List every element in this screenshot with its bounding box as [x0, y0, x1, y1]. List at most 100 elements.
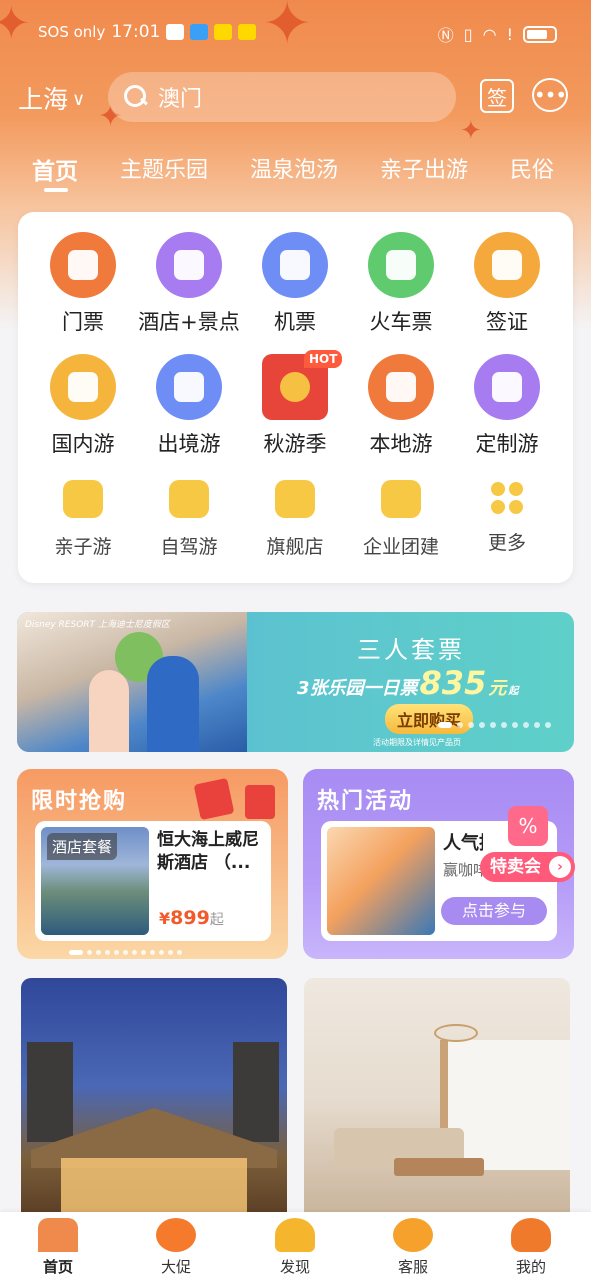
participate-button[interactable]: 点击参与 [441, 897, 547, 925]
status-bar: SOS only 17:01 Ⓝ ▯ ◠ ! [0, 18, 591, 50]
telegram-icon [166, 24, 185, 40]
hot-activity-title: 热门活动 [317, 789, 414, 814]
grid-item-outbound[interactable]: 出境游 [136, 354, 242, 458]
banner-unit: 元 [488, 678, 507, 699]
grid-label: 机票 [274, 310, 316, 334]
grid-label: 亲子游 [54, 536, 112, 558]
grid-item-tickets[interactable]: 门票 [30, 232, 136, 336]
city-selector[interactable]: 上海 ∨ [18, 80, 85, 116]
feed-card-hotel-room[interactable] [304, 978, 570, 1218]
grid-item-visa[interactable]: 签证 [454, 232, 560, 336]
bottom-navigation: 首页 大促 发现 客服 我的 [0, 1212, 591, 1280]
chandelier-icon [434, 1024, 478, 1042]
nav-profile[interactable]: 我的 [491, 1218, 571, 1277]
grid-item-self-drive[interactable]: 自驾游 [136, 480, 242, 559]
grid-label: 定制游 [475, 432, 539, 456]
chevron-down-icon: ∨ [72, 88, 86, 110]
activity-title: 人气抓 [443, 833, 483, 854]
grid-item-flights[interactable]: 机票 [242, 232, 348, 336]
flash-sale-card[interactable]: 限时抢购 酒店套餐 恒大海上威尼斯酒店 （... ¥899起 [17, 769, 288, 959]
tab-theme-park[interactable]: 主题乐园 [120, 152, 208, 186]
grid-label: 签证 [486, 310, 528, 334]
nav-label: 我的 [515, 1258, 546, 1276]
hotel-photo: 酒店套餐 [41, 827, 149, 935]
grid-item-autumn-trip[interactable]: HOT 秋游季 [242, 350, 348, 458]
pagination-dot [168, 950, 173, 955]
promo-banner[interactable]: Disney RESORT 上海迪士尼度假区 三人套票 3张乐园一日票 835 … [17, 612, 574, 752]
message-button[interactable]: ••• [532, 78, 568, 112]
grid-item-domestic[interactable]: 国内游 [30, 354, 136, 458]
grid-item-more[interactable]: 更多 [454, 480, 560, 555]
tab-home[interactable]: 首页 [32, 152, 78, 192]
chat-bubble-icon: ••• [533, 83, 567, 107]
pagination-dot [501, 722, 507, 728]
ticket-icon [50, 232, 116, 298]
grid-item-custom[interactable]: 定制游 [454, 354, 560, 458]
pagination-dot [479, 722, 485, 728]
store-icon [275, 480, 315, 518]
pagination-dot [457, 722, 463, 728]
chevron-right-icon: › [549, 856, 571, 878]
special-sale-label: 特卖会 [490, 857, 541, 877]
grid-label: 国内游 [51, 432, 115, 456]
price-symbol: ¥ [159, 909, 171, 928]
pagination-dot [534, 722, 540, 728]
pagination-dot [523, 722, 529, 728]
tab-family-trip[interactable]: 亲子出游 [380, 152, 468, 186]
pagination-dot [438, 722, 452, 728]
banner-title: 三人套票 [357, 636, 465, 664]
buy-now-button[interactable]: 立即购买 [385, 704, 474, 734]
tab-folk-custom[interactable]: 民俗 [510, 152, 554, 186]
pagination-dot [114, 950, 119, 955]
hotel-price: ¥899起 [159, 907, 224, 929]
pagination-dot [490, 722, 496, 728]
flash-sale-item[interactable]: 酒店套餐 恒大海上威尼斯酒店 （... ¥899起 [35, 821, 271, 941]
city-label: 上海 [18, 85, 69, 114]
persimmon-icon [156, 1218, 196, 1252]
mountain-icon [368, 354, 434, 420]
grid-item-family[interactable]: 亲子游 [30, 480, 136, 559]
tab-hot-spring[interactable]: 温泉泡汤 [250, 152, 338, 186]
check-in-button[interactable]: 签 [480, 79, 514, 113]
banner-pagination [438, 722, 551, 728]
nav-label: 发现 [279, 1258, 310, 1276]
price-qi: 起 [209, 912, 224, 928]
pagination-dot [123, 950, 128, 955]
pagination-dot [69, 950, 83, 955]
search-bar[interactable]: 澳门 [108, 72, 456, 122]
nav-customer-service[interactable]: 客服 [373, 1218, 453, 1277]
grid-item-team-building[interactable]: 企业团建 [348, 480, 454, 559]
nav-home[interactable]: 首页 [18, 1218, 98, 1277]
clock: 17:01 [111, 22, 161, 42]
pagination-dot [512, 722, 518, 728]
app-notification-icon [190, 24, 209, 40]
grid-label: 酒店+景点 [138, 310, 240, 334]
grid-item-train[interactable]: 火车票 [348, 232, 454, 336]
app-notification-icon [238, 24, 257, 40]
ginkgo-leaf-icon [275, 1218, 315, 1252]
pagination-dot [150, 950, 155, 955]
maple-leaf-decoration: ✦ [460, 116, 482, 146]
grid-item-hotel-scenic[interactable]: 酒店+景点 [136, 232, 242, 336]
banner-note: 活动期限及详情见产品页 [373, 738, 461, 747]
grid-label: 门票 [62, 310, 104, 334]
rocking-horse-icon [63, 480, 103, 518]
category-tabs: 首页 主题乐园 温泉泡汤 亲子出游 民俗 [32, 152, 554, 192]
activity-illustration [327, 827, 435, 935]
palm-tree-icon [156, 354, 222, 420]
maple-leaf-icon [511, 1218, 551, 1252]
briefcase-icon [381, 480, 421, 518]
feed-card-hotel-exterior[interactable] [21, 978, 287, 1218]
grid-item-flagship[interactable]: 旗舰店 [242, 480, 348, 559]
home-mountain-icon [38, 1218, 78, 1252]
grid-label: 企业团建 [362, 536, 439, 558]
hot-badge: HOT [304, 350, 343, 368]
nav-discover[interactable]: 发现 [255, 1218, 335, 1277]
nfc-icon: Ⓝ [437, 26, 454, 45]
special-sale-badge[interactable]: 特卖会 › [480, 852, 575, 882]
train-icon [368, 232, 434, 298]
banner-qi: 起 [508, 686, 519, 697]
pagination-dot [141, 950, 146, 955]
nav-promotion[interactable]: 大促 [136, 1218, 216, 1277]
grid-item-local[interactable]: 本地游 [348, 354, 454, 458]
